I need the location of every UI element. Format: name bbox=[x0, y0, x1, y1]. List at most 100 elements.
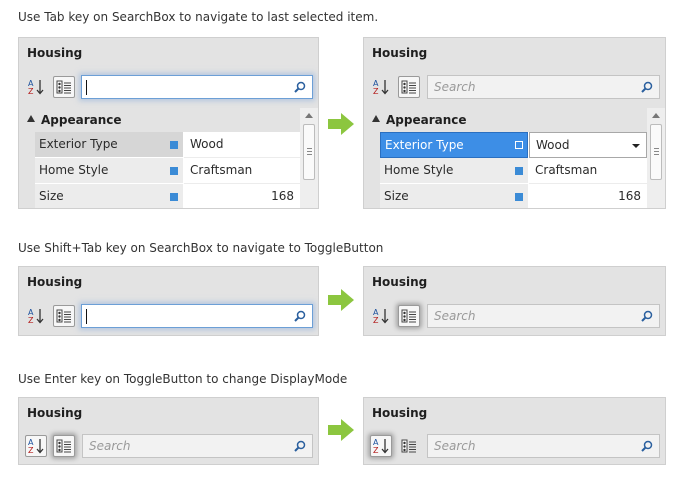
property-name: Home Style bbox=[384, 163, 454, 177]
search-input[interactable]: Search bbox=[427, 75, 660, 99]
magnifier-icon bbox=[294, 310, 306, 322]
property-name: Exterior Type bbox=[39, 137, 118, 151]
property-value-editor[interactable]: Wood bbox=[529, 132, 647, 158]
scroll-up-arrow-icon[interactable] bbox=[305, 113, 313, 118]
search-placeholder: Search bbox=[89, 439, 131, 453]
category-toggle-button[interactable] bbox=[53, 435, 75, 457]
property-value-cell[interactable]: Craftsman bbox=[529, 158, 647, 184]
property-value: Wood bbox=[190, 137, 224, 151]
property-name-cell[interactable]: Home Style bbox=[380, 158, 528, 184]
row-gutter bbox=[364, 132, 380, 158]
category-toggle-button[interactable] bbox=[398, 305, 420, 327]
category-toggle-button[interactable] bbox=[398, 76, 420, 98]
sort-toggle-button[interactable]: AZ bbox=[25, 435, 47, 457]
svg-text:Z: Z bbox=[373, 446, 379, 455]
right-arrow-icon bbox=[328, 289, 354, 311]
search-placeholder: Search bbox=[434, 80, 476, 94]
property-value-cell[interactable]: 168 bbox=[529, 184, 647, 208]
property-row-size[interactable]: Size 168 bbox=[364, 184, 647, 208]
property-value-cell[interactable]: Craftsman bbox=[184, 158, 300, 184]
right-arrow-icon bbox=[328, 113, 354, 135]
property-name-cell[interactable]: Exterior Type bbox=[380, 132, 528, 158]
scrollbar-thumb[interactable] bbox=[650, 124, 662, 180]
category-header[interactable]: Appearance bbox=[364, 108, 647, 132]
property-marker-icon[interactable] bbox=[515, 141, 523, 149]
magnifier-icon bbox=[641, 81, 653, 93]
property-name-cell[interactable]: Size bbox=[35, 184, 183, 208]
search-input[interactable] bbox=[81, 304, 313, 328]
property-name-cell[interactable]: Exterior Type bbox=[35, 132, 183, 158]
property-row-size[interactable]: Size 168 bbox=[19, 184, 300, 208]
property-value-cell[interactable]: Wood bbox=[184, 132, 300, 158]
property-marker-icon[interactable] bbox=[515, 193, 523, 201]
text-caret bbox=[86, 80, 87, 95]
categorized-view-icon bbox=[56, 80, 71, 94]
property-marker-icon[interactable] bbox=[515, 167, 523, 175]
property-marker-icon[interactable] bbox=[170, 141, 178, 149]
search-input[interactable] bbox=[81, 75, 313, 99]
property-value: Craftsman bbox=[190, 163, 253, 177]
property-value: Wood bbox=[536, 138, 570, 152]
row-gutter bbox=[364, 184, 380, 208]
property-row-exterior-type[interactable]: Exterior Type Wood bbox=[364, 132, 647, 158]
sort-alphabetical-icon: AZ bbox=[373, 79, 389, 96]
sort-toggle-button[interactable]: AZ bbox=[370, 76, 392, 98]
property-row-home-style[interactable]: Home Style Craftsman bbox=[364, 158, 647, 184]
property-name-cell[interactable]: Size bbox=[380, 184, 528, 208]
vertical-scrollbar[interactable] bbox=[647, 108, 665, 208]
caption-enter-display-mode: Use Enter key on ToggleButton to change … bbox=[18, 372, 348, 386]
dropdown-arrow-icon[interactable] bbox=[632, 144, 640, 148]
property-row-home-style[interactable]: Home Style Craftsman bbox=[19, 158, 300, 184]
property-row-exterior-type[interactable]: Exterior Type Wood bbox=[19, 132, 300, 158]
text-caret bbox=[86, 309, 87, 324]
category-toggle-button[interactable] bbox=[398, 435, 420, 457]
sort-alphabetical-icon: AZ bbox=[28, 438, 44, 455]
property-name: Size bbox=[39, 189, 64, 203]
sort-alphabetical-icon: AZ bbox=[28, 308, 44, 325]
panel-title: Housing bbox=[27, 406, 83, 420]
property-name: Exterior Type bbox=[385, 138, 464, 152]
collapse-triangle-icon[interactable] bbox=[27, 115, 35, 122]
scrollbar-thumb[interactable] bbox=[303, 124, 315, 180]
category-toggle-button[interactable] bbox=[53, 305, 75, 327]
panel-title: Housing bbox=[372, 46, 428, 60]
vertical-scrollbar[interactable] bbox=[300, 108, 318, 208]
categorized-view-icon bbox=[56, 309, 71, 323]
property-value: 168 bbox=[271, 189, 294, 203]
searchbox-panel-after: Housing AZ Search bbox=[363, 266, 666, 336]
sort-alphabetical-icon: AZ bbox=[373, 308, 389, 325]
magnifier-icon bbox=[294, 440, 306, 452]
search-input[interactable]: Search bbox=[427, 434, 660, 458]
svg-text:Z: Z bbox=[28, 87, 34, 96]
collapse-triangle-icon[interactable] bbox=[372, 115, 380, 122]
property-value: Craftsman bbox=[535, 163, 598, 177]
row-gutter bbox=[19, 184, 35, 208]
property-name-cell[interactable]: Home Style bbox=[35, 158, 183, 184]
sort-toggle-button[interactable]: AZ bbox=[370, 435, 392, 457]
category-label: Appearance bbox=[41, 113, 122, 127]
search-placeholder: Search bbox=[434, 309, 476, 323]
property-name: Size bbox=[384, 189, 409, 203]
sort-toggle-button[interactable]: AZ bbox=[370, 305, 392, 327]
property-marker-icon[interactable] bbox=[170, 193, 178, 201]
property-value-cell[interactable]: 168 bbox=[184, 184, 300, 208]
search-input[interactable]: Search bbox=[82, 434, 313, 458]
category-header[interactable]: Appearance bbox=[19, 108, 300, 132]
row-gutter bbox=[364, 158, 380, 184]
row-gutter bbox=[19, 158, 35, 184]
display-mode-panel-after: Housing AZ Search bbox=[363, 397, 666, 465]
categorized-view-icon bbox=[401, 439, 416, 453]
property-value: 168 bbox=[618, 189, 641, 203]
svg-text:Z: Z bbox=[28, 316, 34, 325]
scroll-up-arrow-icon[interactable] bbox=[652, 113, 660, 118]
property-grid-after: Housing AZ Search Appearance Exterior Ty… bbox=[363, 37, 666, 209]
magnifier-icon bbox=[294, 81, 306, 93]
sort-toggle-button[interactable]: AZ bbox=[25, 76, 47, 98]
property-marker-icon[interactable] bbox=[170, 167, 178, 175]
search-input[interactable]: Search bbox=[427, 304, 660, 328]
property-grid-body: Appearance Exterior Type Wood Home Style… bbox=[364, 108, 665, 208]
sort-toggle-button[interactable]: AZ bbox=[25, 305, 47, 327]
sort-alphabetical-icon: AZ bbox=[28, 79, 44, 96]
svg-text:Z: Z bbox=[28, 446, 34, 455]
category-toggle-button[interactable] bbox=[53, 76, 75, 98]
